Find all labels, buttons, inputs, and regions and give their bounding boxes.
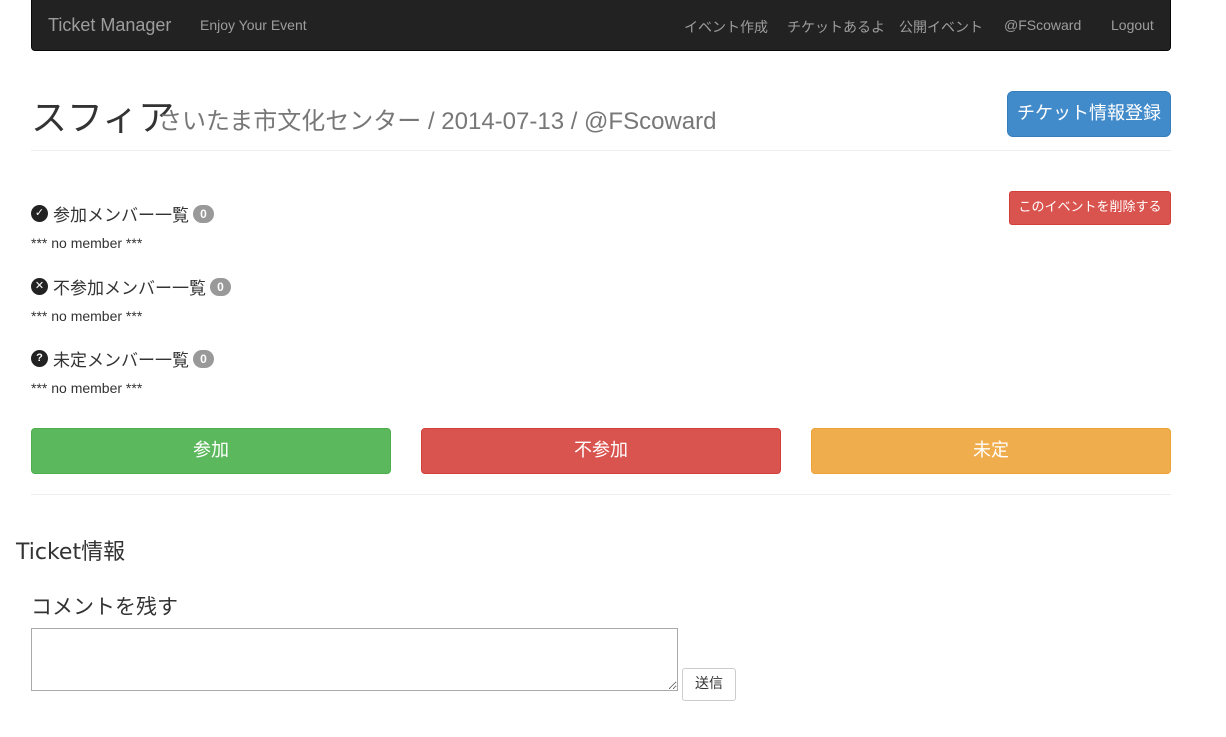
section-label: 未定メンバー一覧 bbox=[53, 351, 189, 371]
top-navbar: Ticket Manager Enjoy Your Event イベント作成 チ… bbox=[31, 0, 1171, 51]
section-label: 不参加メンバー一覧 bbox=[53, 279, 206, 299]
member-count-badge: 0 bbox=[193, 349, 214, 368]
section-label: 参加メンバー一覧 bbox=[53, 206, 189, 226]
member-count-badge: 0 bbox=[193, 204, 214, 223]
undecided-button[interactable]: 未定 bbox=[811, 428, 1171, 474]
no-member-text: *** no member *** bbox=[31, 380, 143, 396]
event-title: スフィア bbox=[31, 97, 175, 138]
decline-button[interactable]: 不参加 bbox=[421, 428, 781, 474]
check-circle-icon: ✓ bbox=[31, 205, 48, 222]
nav-logout[interactable]: Logout bbox=[1111, 17, 1154, 33]
ticket-info-heading: Ticket情報 bbox=[16, 540, 126, 565]
header-divider bbox=[31, 150, 1171, 151]
no-member-text: *** no member *** bbox=[31, 308, 143, 324]
not-attending-members-heading: ✕ 不参加メンバー一覧 0 bbox=[31, 274, 231, 299]
delete-event-button[interactable]: このイベントを削除する bbox=[1009, 191, 1171, 225]
tagline-link[interactable]: Enjoy Your Event bbox=[200, 17, 307, 33]
comment-heading: コメントを残す bbox=[31, 595, 178, 619]
member-count-badge: 0 bbox=[210, 277, 231, 296]
attending-members-heading: ✓ 参加メンバー一覧 0 bbox=[31, 201, 214, 226]
nav-public-events[interactable]: 公開イベント bbox=[899, 17, 983, 37]
event-subtitle: さいたま市文化センター / 2014-07-13 / @FScoward bbox=[158, 108, 717, 135]
actions-divider bbox=[31, 494, 1171, 495]
send-comment-button[interactable]: 送信 bbox=[682, 668, 736, 701]
join-button[interactable]: 参加 bbox=[31, 428, 391, 474]
question-circle-icon: ? bbox=[31, 350, 48, 367]
undecided-members-heading: ? 未定メンバー一覧 0 bbox=[31, 346, 214, 371]
no-member-text: *** no member *** bbox=[31, 235, 143, 251]
nav-tickets-available[interactable]: チケットあるよ bbox=[787, 17, 885, 37]
comment-textarea[interactable] bbox=[31, 628, 678, 691]
nav-create-event[interactable]: イベント作成 bbox=[684, 17, 768, 37]
nav-user-profile[interactable]: @FScoward bbox=[1004, 17, 1081, 33]
brand-link[interactable]: Ticket Manager bbox=[48, 15, 171, 36]
remove-circle-icon: ✕ bbox=[31, 278, 48, 295]
register-ticket-button[interactable]: チケット情報登録 bbox=[1007, 91, 1171, 137]
